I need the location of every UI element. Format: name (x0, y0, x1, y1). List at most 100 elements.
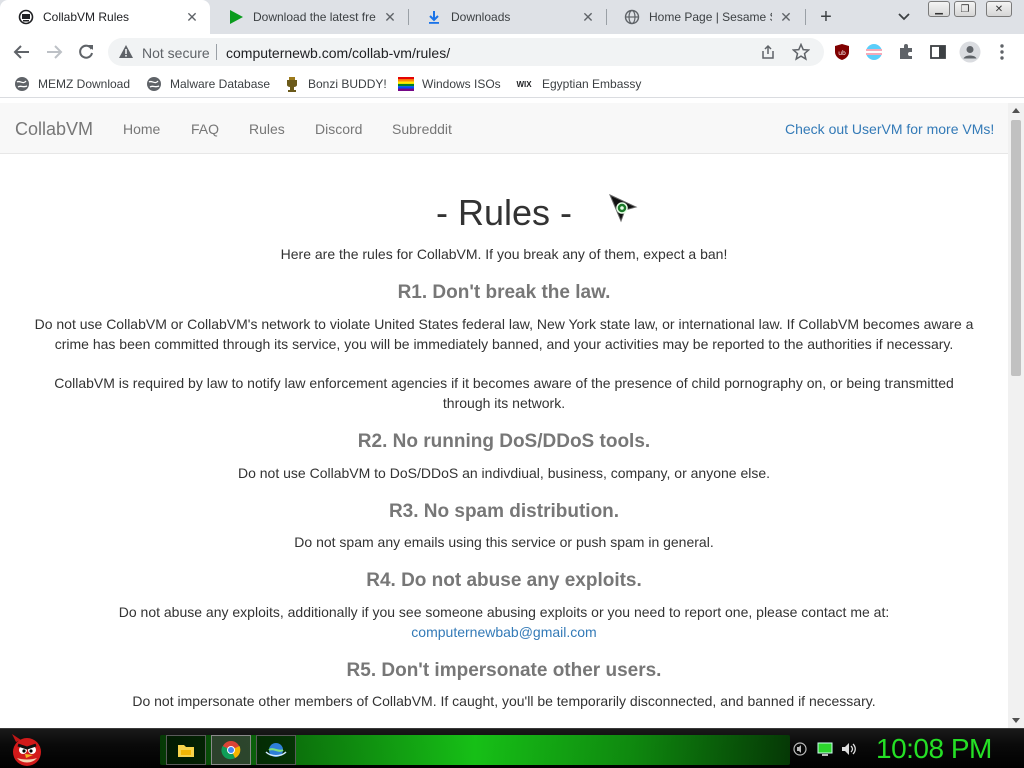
url-text[interactable]: computernewb.com/collab-vm/rules/ (226, 45, 450, 61)
bookmark-label: MEMZ Download (38, 77, 131, 91)
site-navbar: CollabVM Home FAQ Rules Discord Subreddi… (0, 103, 1008, 154)
forward-button[interactable] (42, 40, 66, 64)
profile-avatar-icon[interactable] (959, 41, 981, 63)
rule-4-heading: R4. Do not abuse any exploits. (366, 570, 642, 591)
globe-icon (14, 76, 30, 92)
chevron-down-icon (898, 13, 910, 21)
window-close-button[interactable]: ✕ (986, 1, 1012, 17)
taskbar-chrome[interactable] (211, 735, 251, 765)
tray-network-icon[interactable] (817, 741, 833, 757)
bookmark-label: Windows ISOs (422, 77, 501, 91)
wix-icon: WIX (516, 79, 532, 89)
extensions-puzzle-icon[interactable] (897, 43, 915, 61)
minimize-button[interactable]: ▁ (928, 1, 950, 17)
close-icon[interactable]: ✕ (778, 9, 794, 25)
tab-title: Download the latest free (253, 10, 376, 24)
nav-link-discord[interactable]: Discord (315, 121, 362, 137)
scroll-up-arrow-icon[interactable] (1012, 108, 1020, 113)
globe-icon (146, 76, 162, 92)
network-globe-icon (265, 743, 287, 757)
new-tab-button[interactable]: + (815, 6, 837, 28)
taskbar-clock[interactable]: 10:08 PM (876, 733, 992, 765)
reload-icon (79, 44, 93, 59)
bookmark-label: Bonzi BUDDY! (308, 77, 387, 91)
back-arrow-icon (13, 45, 29, 59)
rule-5-heading: R5. Don't impersonate other users. (346, 660, 662, 681)
contact-email-link[interactable]: computernewbab@gmail.com (30, 622, 978, 642)
bookmark-egyptian-embassy[interactable]: WIX Egyptian Embassy (514, 75, 641, 93)
rule-2-paragraph: Do not use CollabVM to DoS/DDoS an indiv… (237, 465, 771, 481)
taskbar: 10:08 PM (0, 728, 1024, 768)
close-icon[interactable]: ✕ (184, 9, 200, 25)
ublock-origin-icon[interactable]: ub (833, 43, 851, 61)
close-icon[interactable]: ✕ (382, 9, 398, 25)
warning-icon[interactable] (118, 44, 134, 60)
bookmark-label: Egyptian Embassy (542, 77, 642, 91)
bookmark-windows-isos[interactable]: Windows ISOs (398, 75, 501, 93)
bookmarks-bar: MEMZ Download Malware Database Bonzi BUD… (0, 70, 1024, 98)
scrollbar-thumb[interactable] (1011, 120, 1021, 376)
nav-link-home[interactable]: Home (123, 121, 160, 137)
security-label[interactable]: Not secure (142, 45, 210, 61)
green-play-icon (228, 9, 244, 25)
tab-sesame-street[interactable]: Home Page | Sesame Stre ✕ (606, 0, 804, 34)
bookmark-label: Malware Database (170, 77, 271, 91)
nav-link-faq[interactable]: FAQ (191, 121, 219, 137)
nav-link-rules[interactable]: Rules (249, 121, 285, 137)
mouse-cursor-icon (608, 193, 638, 223)
uservm-link[interactable]: Check out UserVM for more VMs! (785, 121, 994, 137)
tab-download[interactable]: Download the latest free ✕ (210, 0, 408, 34)
extension-orb-icon[interactable] (865, 43, 883, 61)
file-manager-icon (178, 745, 194, 757)
bookmark-star-icon[interactable] (791, 42, 811, 61)
tab-search-button[interactable] (894, 9, 914, 25)
download-icon (426, 9, 442, 25)
side-panel-icon[interactable] (929, 43, 947, 61)
rule-1-paragraph-2: CollabVM is required by law to notify la… (54, 375, 954, 411)
address-bar[interactable]: Not secure computernewb.com/collab-vm/ru… (108, 38, 824, 66)
scroll-down-arrow-icon[interactable] (1012, 718, 1020, 723)
tab-collabvm-rules[interactable]: CollabVM Rules ✕ (0, 0, 210, 34)
taskbar-network[interactable] (256, 735, 296, 765)
close-icon[interactable]: ✕ (580, 9, 596, 25)
tab-title: CollabVM Rules (43, 10, 130, 24)
reload-button[interactable] (74, 40, 98, 64)
share-icon[interactable] (760, 44, 776, 60)
taskbar-glow (160, 735, 790, 765)
back-button[interactable] (10, 40, 34, 64)
collabvm-logo-icon (18, 9, 34, 25)
trophy-icon (284, 76, 300, 92)
browser-toolbar: Not secure computernewb.com/collab-vm/ru… (0, 34, 1024, 70)
rule-1-heading: R1. Don't break the law. (397, 282, 611, 303)
tab-separator (805, 9, 806, 25)
site-brand[interactable]: CollabVM (15, 119, 93, 140)
rule-2-heading: R2. No running DoS/DDoS tools. (357, 431, 651, 452)
tray-volume-icon[interactable] (840, 741, 856, 757)
bookmark-memz-download[interactable]: MEMZ Download (14, 75, 130, 93)
tab-title: Home Page | Sesame Stre (649, 10, 772, 24)
nav-link-subreddit[interactable]: Subreddit (392, 121, 452, 137)
page-scrollbar[interactable] (1008, 103, 1024, 728)
bookmark-bonzi-buddy[interactable]: Bonzi BUDDY! (284, 75, 387, 93)
rule-3-heading: R3. No spam distribution. (388, 501, 620, 522)
start-button[interactable] (8, 730, 46, 768)
rainbow-flag-icon (398, 76, 414, 92)
angry-bird-icon (12, 734, 41, 766)
rule-4-paragraph: Do not abuse any exploits, additionally … (118, 604, 890, 620)
globe-icon (624, 9, 640, 25)
tab-strip: CollabVM Rules ✕ Download the latest fre… (0, 0, 1024, 34)
tray-speaker-off-icon[interactable] (792, 741, 808, 757)
page-content: - Rules - Here are the rules for CollabV… (0, 154, 1008, 728)
rule-1-paragraph-1: Do not use CollabVM or CollabVM's networ… (34, 316, 974, 352)
page-title: - Rules - (435, 192, 573, 233)
menu-kebab-icon[interactable] (993, 43, 1011, 61)
address-divider (216, 44, 217, 60)
tab-downloads[interactable]: Downloads ✕ (408, 0, 606, 34)
chrome-icon (221, 741, 241, 760)
rule-5-paragraph: Do not impersonate other members of Coll… (132, 693, 876, 709)
forward-arrow-icon (47, 45, 63, 59)
svg-text:ub: ub (838, 50, 846, 57)
bookmark-malware-database[interactable]: Malware Database (146, 75, 270, 93)
restore-button[interactable]: ❐ (954, 1, 976, 17)
taskbar-file-manager[interactable] (166, 735, 206, 765)
